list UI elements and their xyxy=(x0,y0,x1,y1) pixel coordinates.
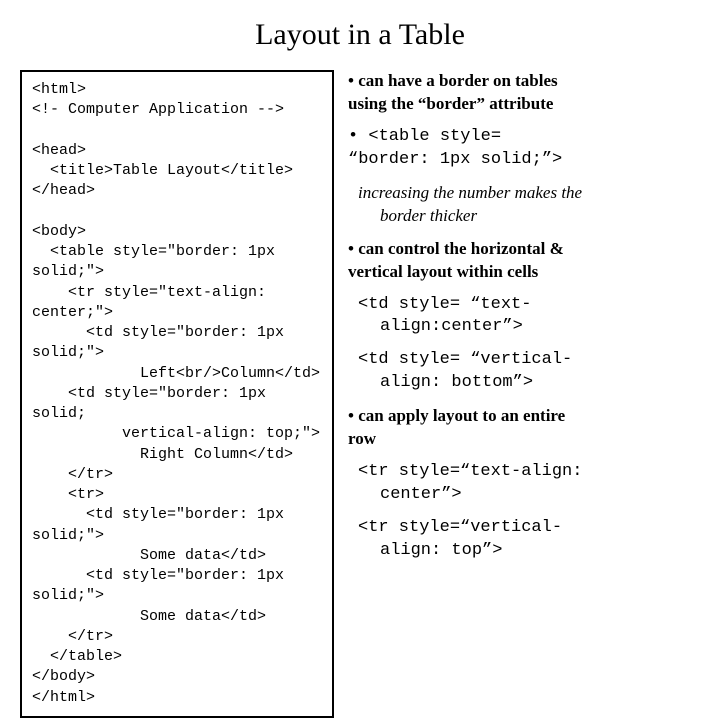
italic-note: increasing the number makes the border t… xyxy=(348,182,700,228)
code-line: <td style= “text- xyxy=(358,295,531,314)
code-snippet-tr-textalign: <tr style=“text-align: center”> xyxy=(348,461,700,507)
code-line: • <table style= xyxy=(348,127,501,146)
code-line: “border: 1px solid;”> xyxy=(348,150,562,169)
code-snippet-table: • <table style= “border: 1px solid;”> xyxy=(348,126,700,172)
bullet-text: using the “border” attribute xyxy=(348,94,553,113)
bullet-border: • can have a border on tables using the … xyxy=(348,70,700,116)
code-snippet-td-textalign: <td style= “text- align:center”> xyxy=(348,294,700,340)
bullet-text: • can control the horizontal & xyxy=(348,239,564,258)
code-snippet-tr-vertalign: <tr style=“vertical- align: top”> xyxy=(348,517,700,563)
code-line: <tr style=“vertical- xyxy=(358,518,562,537)
bullet-text: vertical layout within cells xyxy=(348,262,538,281)
notes-column: • can have a border on tables using the … xyxy=(348,70,700,573)
code-line: <td style= “vertical- xyxy=(358,350,572,369)
note-line: increasing the number makes the xyxy=(358,183,582,202)
bullet-layout-row: • can apply layout to an entire row xyxy=(348,405,700,451)
code-sample-box: <html> <!- Computer Application --> <hea… xyxy=(20,70,334,718)
code-line: align: top”> xyxy=(358,541,502,560)
code-line: align:center”> xyxy=(358,317,523,336)
bullet-text: row xyxy=(348,429,376,448)
page-title: Layout in a Table xyxy=(20,18,700,52)
bullet-text: • can apply layout to an entire xyxy=(348,406,565,425)
note-line: border thicker xyxy=(358,206,477,225)
content-columns: <html> <!- Computer Application --> <hea… xyxy=(20,70,700,718)
code-line: <tr style=“text-align: xyxy=(358,462,582,481)
bullet-text: • can have a border on tables xyxy=(348,71,558,90)
code-line: center”> xyxy=(358,485,462,504)
bullet-layout-cells: • can control the horizontal & vertical … xyxy=(348,238,700,284)
code-snippet-td-vertalign: <td style= “vertical- align: bottom”> xyxy=(348,349,700,395)
code-line: align: bottom”> xyxy=(358,373,533,392)
